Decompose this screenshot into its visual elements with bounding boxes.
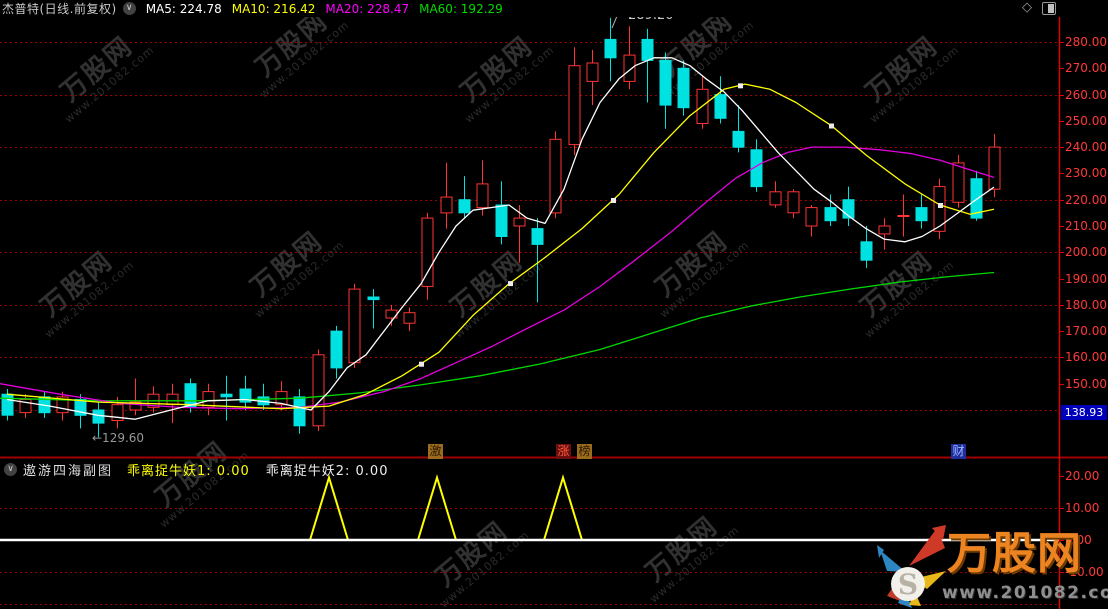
logo-brand-text: 万股网 <box>947 530 1082 578</box>
title-bar: 杰普特(日线.前复权) ∨ MA5: 224.78 MA10: 216.42 M… <box>0 0 1108 17</box>
sub-chart-title: 遨游四海副图 <box>23 460 113 479</box>
watermark-badge-char: 涨 <box>556 444 571 459</box>
price-axis-label: 270.00 <box>1065 61 1108 75</box>
panel-layout-icon-pane <box>1048 4 1054 13</box>
ma20-value: MA20: 228.47 <box>325 1 409 17</box>
diamond-icon[interactable]: ◇ <box>1022 0 1032 15</box>
watermark-badge-char: 激 <box>428 444 443 459</box>
sub-axis-label: 10.00 <box>1065 501 1108 515</box>
stock-chart-window: 万股网www.201082.com万股网www.201082.com万股网www… <box>0 0 1108 609</box>
price-axis-label: 190.00 <box>1065 272 1108 286</box>
price-axis-label: 280.00 <box>1065 35 1108 49</box>
sub-axis-label: 20.00 <box>1065 469 1108 483</box>
svg-text:S: S <box>898 568 918 601</box>
panel-layout-icon[interactable] <box>1042 2 1056 15</box>
price-axis-label: 200.00 <box>1065 245 1108 259</box>
price-axis-label: 150.00 <box>1065 377 1108 391</box>
sub-indicator-2: 乖离捉牛妖2: 0.00 <box>266 460 389 479</box>
price-axis-label: 230.00 <box>1065 166 1108 180</box>
price-axis-label: 250.00 <box>1065 114 1108 128</box>
price-axis-label: 160.00 <box>1065 350 1108 364</box>
stock-title: 杰普特(日线.前复权) <box>2 1 117 17</box>
price-axis-label: 210.00 <box>1065 219 1108 233</box>
chart-plot-area[interactable] <box>0 0 1108 609</box>
price-axis-label: 220.00 <box>1065 193 1108 207</box>
ma5-value: MA5: 224.78 <box>146 1 222 17</box>
watermark-badge-char: 榜 <box>577 444 592 459</box>
site-logo: S 万股网 www.201082.com <box>875 522 1108 609</box>
price-axis-label: 240.00 <box>1065 140 1108 154</box>
ma10-value: MA10: 216.42 <box>232 1 316 17</box>
watermark-badge-char: 财 <box>951 444 966 459</box>
price-axis-label: 260.00 <box>1065 88 1108 102</box>
kite-logo-icon: S <box>875 522 947 609</box>
price-axis-label: 170.00 <box>1065 324 1108 338</box>
low-price-annotation: ←129.60 <box>92 431 144 445</box>
chevron-down-circle-icon[interactable]: ∨ <box>4 463 17 476</box>
last-price-badge: 138.93 <box>1061 405 1107 420</box>
sub-chart-header: ∨ 遨游四海副图 乖离捉牛妖1: 0.00 乖离捉牛妖2: 0.00 <box>0 459 1060 479</box>
ma60-value: MA60: 192.29 <box>419 1 503 17</box>
sub-indicator-1: 乖离捉牛妖1: 0.00 <box>127 460 250 479</box>
price-axis-label: 180.00 <box>1065 298 1108 312</box>
chevron-down-circle-icon[interactable]: ∨ <box>123 2 136 15</box>
logo-url-text: www.201082.com <box>942 583 1108 603</box>
